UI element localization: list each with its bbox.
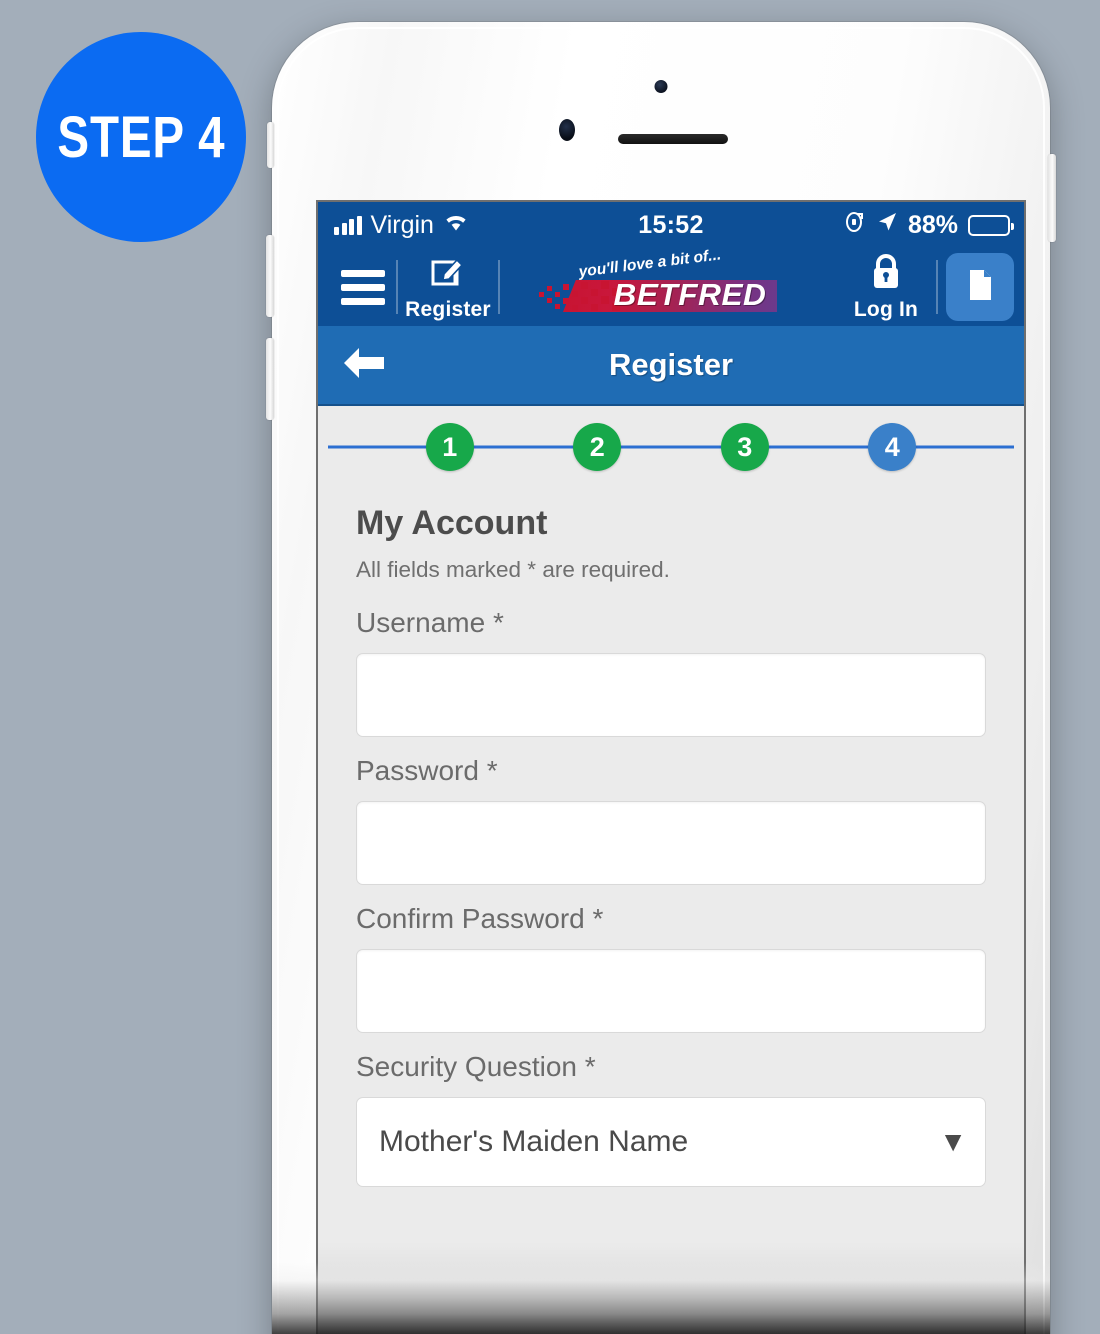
field-confirm-password-label: Confirm Password * [356, 903, 604, 934]
brand-wordmark: BETFRED [613, 277, 767, 312]
power-button[interactable] [1048, 154, 1056, 242]
register-button[interactable]: Register [400, 250, 496, 324]
registration-stepper: 1 2 3 4 [318, 406, 1024, 488]
stepper-step-1[interactable]: 1 [425, 423, 474, 471]
stepper-step-3-label: 3 [737, 431, 753, 462]
field-password: Password * [342, 755, 1000, 885]
header-divider [936, 260, 938, 314]
silent-switch[interactable] [267, 122, 274, 168]
betslip-document-icon [965, 268, 995, 307]
stepper-step-2-label: 2 [589, 431, 605, 462]
phone-screen: Virgin 15:52 88% Register you'll love a … [318, 202, 1024, 1334]
stepper-step-4[interactable]: 4 [868, 423, 917, 471]
betslip-button[interactable] [946, 253, 1014, 321]
security-question-selected-value: Mother's Maiden Name [379, 1125, 689, 1158]
stepper-step-3[interactable]: 3 [720, 423, 769, 471]
field-username-label: Username * [356, 607, 504, 638]
username-input[interactable] [356, 653, 986, 737]
stepper-step-4-label: 4 [884, 431, 900, 462]
header-divider [498, 260, 500, 314]
front-camera-icon [654, 80, 668, 93]
hamburger-menu-icon[interactable] [332, 269, 394, 305]
battery-percent-label: 88% [907, 210, 958, 239]
field-security-question: Security Question * Mother's Maiden Name… [342, 1051, 1000, 1187]
page-section-subtitle: All fields marked * are required. [356, 557, 670, 582]
betfred-logo[interactable]: you'll love a bit of... BETFRED [502, 246, 838, 326]
security-question-select[interactable]: Mother's Maiden Name ▼ [356, 1097, 986, 1187]
register-form-content: 1 2 3 4 My Account All fields marked * a… [318, 406, 1024, 1334]
field-username: Username * [342, 607, 1000, 737]
page-section-title: My Account [356, 504, 548, 542]
page-sub-header: Register [318, 326, 1024, 406]
phone-device-frame: Virgin 15:52 88% Register you'll love a … [266, 22, 1056, 1334]
field-security-question-label: Security Question * [356, 1051, 596, 1082]
volume-down-button[interactable] [266, 338, 274, 420]
field-confirm-password: Confirm Password * [342, 903, 1000, 1033]
earpiece-speaker [618, 134, 728, 144]
field-password-label: Password * [356, 755, 498, 786]
app-header: Register you'll love a bit of... BETFRED… [318, 246, 1024, 326]
page-title: Register [608, 347, 734, 382]
stepper-step-1-label: 1 [442, 431, 458, 462]
chevron-down-icon: ▼ [939, 1126, 967, 1157]
step-badge-label: STEP 4 [57, 104, 225, 170]
location-arrow-icon [876, 211, 898, 240]
status-bar: Virgin 15:52 88% [318, 202, 1024, 248]
volume-up-button[interactable] [266, 235, 274, 317]
login-button[interactable]: Log In [838, 250, 934, 324]
rotation-lock-icon [844, 210, 866, 241]
password-input[interactable] [356, 801, 986, 885]
content-bottom-fade [318, 1242, 1024, 1334]
battery-icon [968, 214, 1014, 236]
proximity-sensor-icon [559, 119, 575, 141]
padlock-icon [868, 252, 904, 295]
pencil-square-icon [429, 252, 467, 295]
confirm-password-input[interactable] [356, 949, 986, 1033]
step-badge: STEP 4 [36, 32, 246, 242]
account-form: Username * Password * Confirm Password *… [342, 607, 1000, 1187]
register-button-label: Register [405, 298, 491, 321]
stepper-step-2[interactable]: 2 [573, 423, 622, 471]
login-button-label: Log In [853, 298, 919, 321]
header-divider [396, 260, 398, 314]
